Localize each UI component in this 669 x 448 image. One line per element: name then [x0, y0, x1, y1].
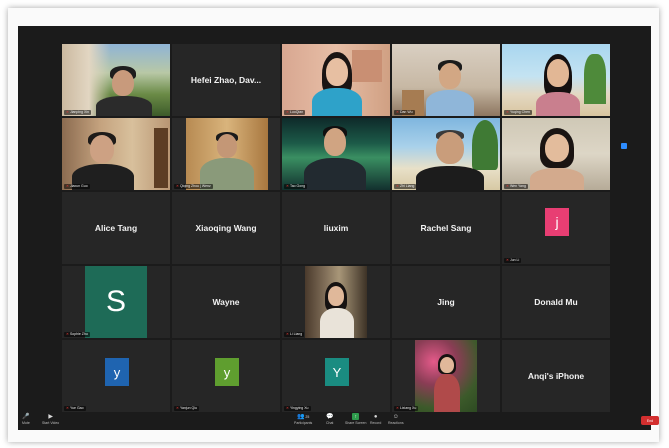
chat-icon: 💬 [325, 413, 334, 420]
shield-icon [621, 143, 627, 149]
participant-label: ✕Sophie Zhu [64, 332, 90, 337]
video-tile-yuqing-active-speaker[interactable]: ✕Yuqing Chen [502, 44, 610, 116]
name-tile[interactable]: Xiaoqing Wang [172, 192, 280, 264]
mute-button[interactable]: 🎤 Mute [22, 413, 30, 426]
participant-label: ✕Wen Yang [504, 184, 528, 189]
video-tile-zhiliang[interactable]: ✕Zhi Liang [392, 118, 500, 190]
video-tile-taogong[interactable]: ✕Tao Gong [282, 118, 390, 190]
participant-name: Alice Tang [94, 223, 138, 233]
name-tile[interactable]: Alice Tang [62, 192, 170, 264]
participant-label: ✕Dan Wu [394, 110, 415, 115]
participant-name: Rachel Sang [420, 223, 472, 233]
video-tile-danwu[interactable]: ✕Dan Wu [392, 44, 500, 116]
record-button[interactable]: ● Record [370, 413, 381, 426]
video-tile-jianping[interactable]: ✕Jianping Xin [62, 44, 170, 116]
avatar: y [105, 358, 129, 386]
participant-label: ✕Zhi Liang [394, 184, 417, 189]
avatar-tile[interactable]: j ✕Jun Li [502, 192, 610, 264]
participants-icon: 👥 25 [296, 413, 310, 420]
participant-name: Xiaoqing Wang [195, 223, 257, 233]
reactions-icon: ☺ [392, 413, 399, 420]
name-tile[interactable]: liuxim [282, 192, 390, 264]
participant-name: liuxim [323, 223, 349, 233]
name-tile[interactable]: Anqi's iPhone [502, 340, 610, 412]
participant-label: ✕Jun Li [504, 258, 522, 263]
avatar-tile[interactable]: Y ✕Yingying Xu [282, 340, 390, 412]
name-tile[interactable]: Jing [392, 266, 500, 338]
participant-label: ✕Li Liang [284, 332, 305, 337]
avatar: Y [325, 358, 349, 386]
avatar: j [545, 208, 569, 236]
participant-label: ✕Qiqing Zhou | Wenz [174, 184, 213, 189]
video-tile-liliang[interactable]: ✕Li Liang [282, 266, 390, 338]
participant-label: ✕Tao Gong [284, 184, 308, 189]
participant-label: ✕Yingying Xu [284, 406, 311, 411]
participants-button[interactable]: 👥 25 Participants [294, 413, 312, 426]
avatar: y [215, 358, 239, 386]
participant-name: Anqi's iPhone [527, 371, 585, 381]
start-video-button[interactable]: ▶ Start Video [42, 413, 59, 426]
participant-name: Jing [437, 297, 455, 307]
participant-label: ✕LuoQian [284, 110, 306, 115]
avatar-tile[interactable]: S ✕Sophie Zhu [62, 266, 170, 338]
end-meeting-button[interactable]: End [641, 416, 659, 425]
participant-label: ✕Yue Gao [64, 406, 86, 411]
name-tile[interactable]: Hefei Zhao, Dav... [172, 44, 280, 116]
avatar: S [85, 266, 147, 338]
zoom-gallery-view: ✕Jianping Xin Hefei Zhao, Dav... ✕LuoQia… [18, 26, 651, 430]
name-tile[interactable]: Wayne [172, 266, 280, 338]
meeting-toolbar: 🎤 Mute ▶ Start Video 👥 25 Participants 💬 … [18, 412, 651, 430]
microphone-icon: 🎤 [22, 413, 30, 420]
avatar-tile[interactable]: y ✕Yanjun Qiu [172, 340, 280, 412]
participant-label: ✕Lixiang Xu [394, 406, 419, 411]
avatar-tile[interactable]: y ✕Yue Gao [62, 340, 170, 412]
record-icon: ● [373, 413, 378, 420]
participant-name: Wayne [212, 297, 240, 307]
video-tile-wenyang[interactable]: ✕Wen Yang [502, 118, 610, 190]
participant-name: Donald Mu [534, 297, 578, 307]
video-camera-icon: ▶ [48, 413, 53, 420]
share-screen-button[interactable]: ↑ Share Screen [345, 413, 366, 425]
participant-label: ✕Jianping Xin [64, 110, 92, 115]
share-screen-icon: ↑ [352, 413, 360, 420]
chat-button[interactable]: 💬 Chat [325, 413, 334, 426]
video-tile-lixiang[interactable]: ✕Lixiang Xu [392, 340, 500, 412]
participant-label: ✕Yanjun Qiu [174, 406, 199, 411]
participant-label: ✕Yuqing Chen [504, 110, 532, 115]
reactions-button[interactable]: ☺ Reactions [388, 413, 404, 426]
video-tile-qiqing[interactable]: ✕Qiqing Zhou | Wenz [172, 118, 280, 190]
name-tile[interactable]: Donald Mu [502, 266, 610, 338]
name-tile[interactable]: Rachel Sang [392, 192, 500, 264]
participant-name: Hefei Zhao, Dav... [190, 75, 262, 85]
participant-label: ✕Jiaxun Guo [64, 184, 90, 189]
video-tile-jiaxun[interactable]: ✕Jiaxun Guo [62, 118, 170, 190]
video-tile-luoqian[interactable]: ✕LuoQian [282, 44, 390, 116]
